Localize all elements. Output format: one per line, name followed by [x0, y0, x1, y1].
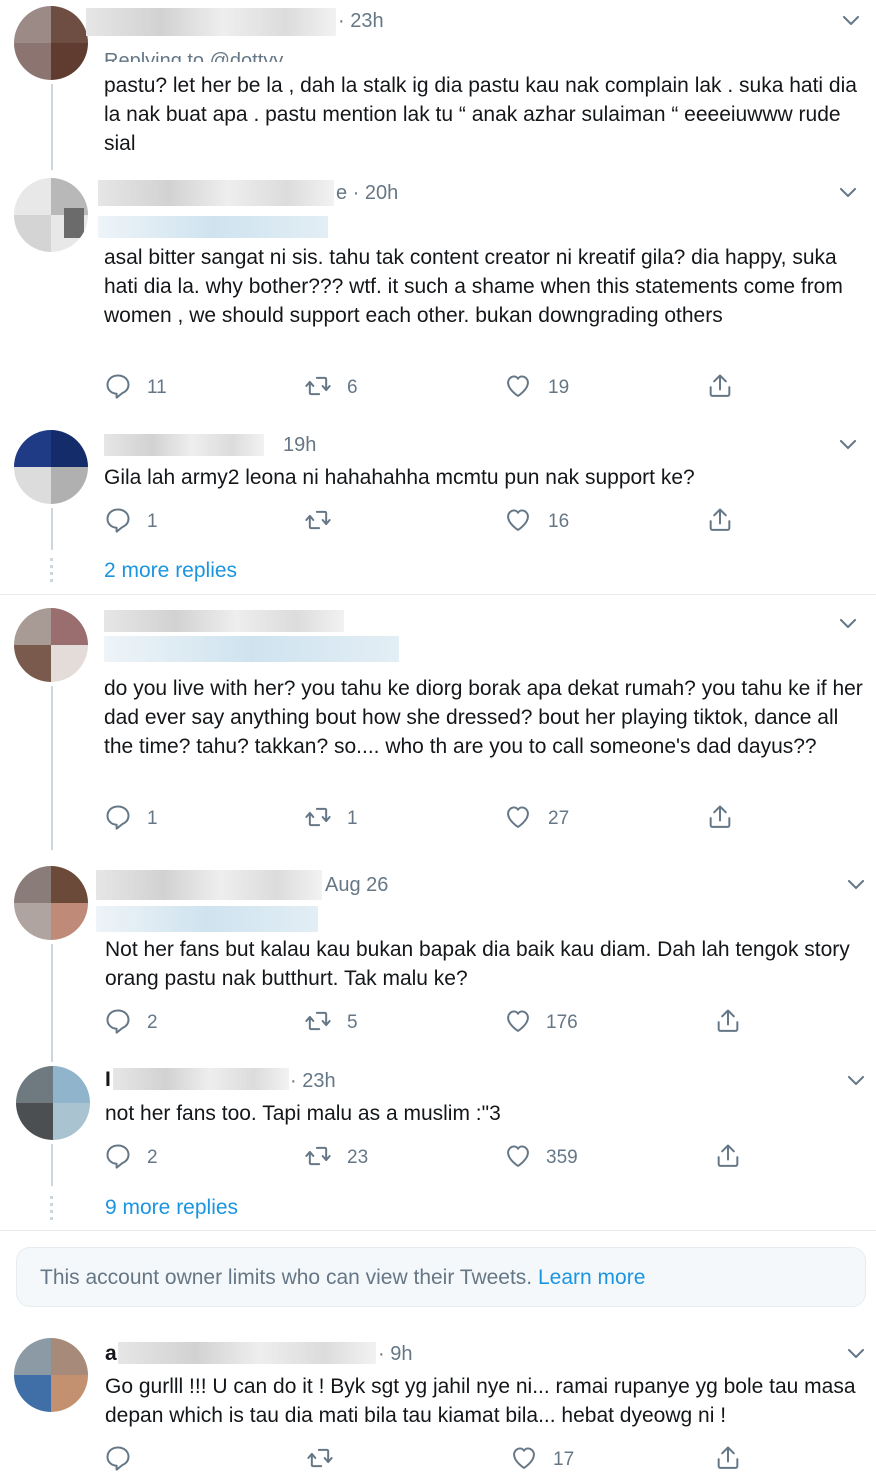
avatar[interactable] — [16, 1066, 90, 1140]
retweet-count: 5 — [347, 1012, 358, 1033]
share-icon[interactable] — [714, 1142, 742, 1170]
avatar[interactable] — [14, 6, 88, 80]
divider — [0, 594, 876, 595]
reply-time: 19h — [283, 434, 317, 456]
like-count: 17 — [553, 1449, 575, 1470]
reply-icon[interactable] — [104, 1444, 132, 1472]
replying-to[interactable]: Replying to @dottyy_ — [104, 42, 294, 62]
reply-text: asal bitter sangat ni sis. tahu tak cont… — [104, 246, 843, 327]
divider — [0, 1230, 876, 1231]
like-icon[interactable] — [504, 506, 532, 534]
reply-count: 2 — [147, 1012, 158, 1033]
notice-text: This account owner limits who can view t… — [40, 1266, 533, 1289]
reply-icon[interactable] — [104, 1007, 132, 1035]
share-icon[interactable] — [706, 372, 734, 400]
more-replies-link[interactable]: 9 more replies — [105, 1196, 238, 1220]
blurred-username — [118, 1342, 376, 1364]
reply-time: · 23h — [338, 10, 384, 32]
thread-dots — [50, 558, 53, 584]
thread-line — [51, 84, 53, 170]
blurred-username — [104, 434, 264, 456]
reply-time: e · 20h — [336, 182, 399, 204]
blurred-username — [86, 8, 336, 36]
thread-line — [51, 686, 53, 850]
thread-line — [51, 508, 53, 550]
retweet-count: 6 — [347, 377, 358, 398]
more-replies-link[interactable]: 2 more replies — [104, 559, 237, 583]
like-icon[interactable] — [504, 1007, 532, 1035]
retweet-icon[interactable] — [304, 372, 332, 400]
blurred-handle — [104, 636, 399, 662]
reply-count: 1 — [147, 808, 158, 829]
reply-icon[interactable] — [104, 1142, 132, 1170]
reply-text: Gila lah army2 leona ni hahahahha mcmtu … — [104, 466, 695, 489]
reply-time: Aug 26 — [325, 874, 389, 896]
thread-line — [51, 944, 53, 1062]
share-icon[interactable] — [706, 803, 734, 831]
avatar[interactable] — [14, 430, 88, 504]
reply-text: not her fans too. Tapi malu as a muslim … — [105, 1102, 501, 1125]
like-count: 176 — [546, 1012, 578, 1033]
chevron-down-icon[interactable] — [840, 440, 856, 450]
reply-text: Go gurlll !!! U can do it ! Byk sgt yg j… — [105, 1375, 856, 1427]
retweet-icon[interactable] — [304, 1007, 332, 1035]
like-icon[interactable] — [504, 1142, 532, 1170]
share-icon[interactable] — [706, 506, 734, 534]
share-icon[interactable] — [714, 1007, 742, 1035]
like-count: 359 — [546, 1147, 578, 1168]
chevron-down-icon[interactable] — [840, 188, 856, 198]
retweet-icon[interactable] — [306, 1444, 334, 1472]
limited-visibility-notice: This account owner limits who can view t… — [16, 1247, 866, 1307]
like-count: 27 — [548, 808, 570, 829]
like-icon[interactable] — [504, 372, 532, 400]
reply-text: pastu? let her be la , dah la stalk ig d… — [104, 74, 857, 155]
username-initial: a — [105, 1342, 117, 1365]
chevron-down-icon[interactable] — [848, 1349, 864, 1359]
reply-icon[interactable] — [104, 506, 132, 534]
chevron-down-icon[interactable] — [843, 16, 859, 26]
blurred-handle — [96, 906, 318, 932]
reply-text: Not her fans but kalau kau bukan bapak d… — [105, 938, 850, 990]
chevron-down-icon[interactable] — [840, 619, 856, 629]
learn-more-link[interactable]: Learn more — [538, 1266, 645, 1289]
share-icon[interactable] — [714, 1444, 742, 1472]
blurred-username — [96, 870, 322, 900]
chevron-down-icon[interactable] — [848, 880, 864, 890]
retweet-icon[interactable] — [304, 506, 332, 534]
username-initial: I — [105, 1068, 111, 1091]
retweet-count: 1 — [347, 808, 358, 829]
reply-icon[interactable] — [104, 803, 132, 831]
thread-line — [51, 1144, 53, 1186]
avatar[interactable] — [14, 608, 88, 682]
thread-dots — [50, 1196, 53, 1222]
avatar[interactable] — [14, 178, 88, 252]
blurred-username — [104, 610, 344, 632]
reply-count: 1 — [147, 511, 158, 532]
blurred-username — [113, 1068, 289, 1090]
like-count: 16 — [548, 511, 570, 532]
reply-time: · 23h — [290, 1070, 336, 1092]
chevron-down-icon[interactable] — [848, 1076, 864, 1086]
reply-time: · 9h — [378, 1343, 413, 1365]
retweet-icon[interactable] — [304, 1142, 332, 1170]
blurred-handle — [98, 216, 328, 238]
retweet-count: 23 — [347, 1147, 369, 1168]
reply-text: do you live with her? you tahu ke diorg … — [104, 677, 863, 758]
avatar[interactable] — [14, 866, 88, 940]
retweet-icon[interactable] — [304, 803, 332, 831]
like-icon[interactable] — [510, 1444, 538, 1472]
like-count: 19 — [548, 377, 570, 398]
blurred-username — [98, 180, 334, 206]
reply-icon[interactable] — [104, 372, 132, 400]
like-icon[interactable] — [504, 803, 532, 831]
reply-count: 2 — [147, 1147, 158, 1168]
avatar[interactable] — [14, 1338, 88, 1412]
reply-count: 11 — [147, 377, 167, 398]
